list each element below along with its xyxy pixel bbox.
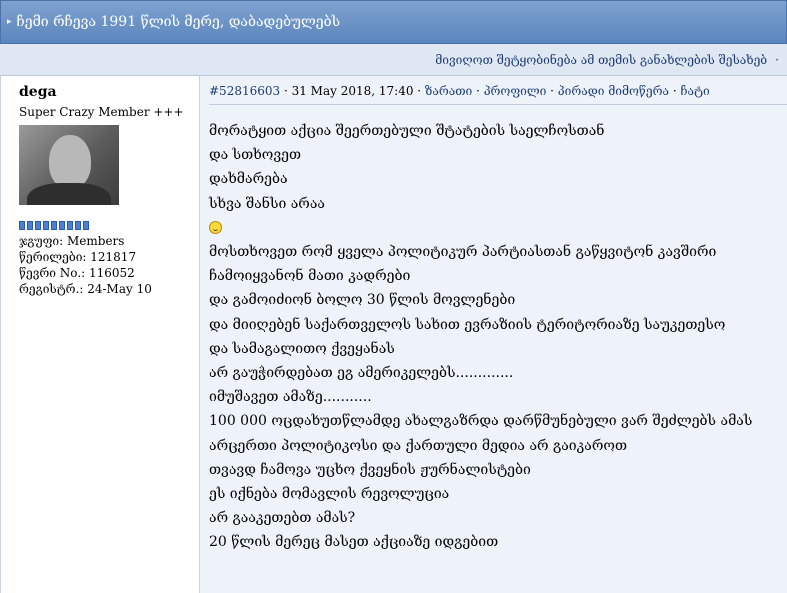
post-line: და მიიღებენ საქართველოს სახით ევრაზიის ტ…: [209, 316, 726, 333]
meta-separator: ·: [280, 84, 292, 98]
post-line: არ გააკეთებთ ამას?: [209, 510, 356, 527]
post-content-panel: #52816603 · 31 May 2018, 17:40 · ზარათი …: [201, 76, 787, 593]
separator-dot: ·: [775, 52, 779, 67]
forum-post: dega Super Crazy Member +++ ჯგუფი: Membe…: [0, 76, 787, 593]
rank-star-icon: [27, 221, 33, 230]
author-post-count: წერილები: 121817: [19, 250, 137, 264]
topic-title-bar: ▸ ჩემი რჩევა 1991 წლის მერე, დაბადებულებ…: [0, 0, 787, 44]
avatar-shoulders: [27, 183, 111, 205]
author-panel: dega Super Crazy Member +++ ჯგუფი: Membe…: [0, 76, 200, 593]
post-line: ჩამოიყვანონ მათი კადრები: [209, 268, 411, 285]
post-line: თვავდ ჩამოვა უცხო ქვეყნის ჟურნალისტები: [209, 461, 531, 478]
meta-separator: ·: [546, 84, 558, 98]
rank-star-icon: [67, 221, 73, 230]
rank-star-icon: [75, 221, 81, 230]
author-group: ჯგუფი: Members: [19, 234, 125, 248]
smiley-line: [209, 216, 787, 240]
post-line: 20 წლის მერეც მასეთ აქციაზე იდგებით: [209, 534, 499, 551]
profile-link[interactable]: პროფილი: [484, 84, 547, 98]
post-permalink[interactable]: #52816603: [209, 84, 280, 98]
post-line: 100 000 ოცდახუთწლამდე ახალგაზრდა დარწმუნ…: [209, 413, 753, 430]
author-registered: რეგისტრ.: 24-May 10: [19, 282, 152, 296]
avatar: [19, 125, 119, 205]
rank-star-icon: [19, 221, 25, 230]
avatar-face: [49, 135, 91, 189]
post-datetime: 31 May 2018, 17:40: [291, 84, 414, 98]
private-message-link[interactable]: პირადი მიმოწერა: [558, 84, 669, 98]
post-line: მოსთხოვეთ რომ ყველა პოლიტიკურ პარტიასთან…: [209, 244, 717, 261]
topic-title: ჩემი რჩევა 1991 წლის მერე, დაბადებულებს: [16, 14, 341, 30]
karma-link[interactable]: ზარათი: [425, 84, 472, 98]
author-rank: Super Crazy Member +++: [19, 105, 184, 119]
rank-star-icon: [43, 221, 49, 230]
post-line: არცერთი პოლიტიკოსი და ქართული მედია არ გ…: [209, 437, 627, 454]
smiley-face-icon: [209, 221, 222, 235]
notify-updates-link[interactable]: მივიღოთ შეტყობინება ამ თემის განახლების …: [435, 53, 767, 67]
post-line: სხვა შანსი არაა: [209, 195, 325, 212]
post-line: მორატყით აქცია შეერთებული შტატების საელჩ…: [209, 123, 605, 139]
rank-stars: [19, 221, 199, 230]
triangle-right-icon: ▸: [7, 17, 12, 27]
rank-star-icon: [59, 221, 65, 230]
post-meta-bar: #52816603 · 31 May 2018, 17:40 · ზარათი …: [209, 84, 787, 105]
post-line: და სამაგალითო ქვეყანას: [209, 340, 395, 357]
author-details: ჯგუფი: Members წერილები: 121817 წევრი No…: [19, 233, 199, 297]
post-line: და გამოიძიონ ბოლო 30 წლის მოვლენები: [209, 292, 516, 309]
post-line: იმუშავეთ ამაზე...........: [209, 389, 372, 406]
post-line: და სთხოვეთ: [209, 147, 302, 164]
author-name[interactable]: dega: [19, 84, 199, 100]
meta-separator: ·: [472, 84, 484, 98]
rank-star-icon: [51, 221, 57, 230]
post-body: მორატყით აქცია შეერთებული შტატების საელჩ…: [209, 119, 787, 555]
post-line: ეს იქნება მომავლის რევოლუცია: [209, 486, 450, 503]
post-line: არ გაუჭირდებათ ეგ ამერიკელებს...........…: [209, 365, 514, 382]
topic-options-bar: მივიღოთ შეტყობინება ამ თემის განახლების …: [0, 44, 787, 76]
post-line: დახმარება: [209, 171, 288, 188]
rank-star-icon: [35, 221, 41, 230]
rank-star-icon: [83, 221, 89, 230]
chat-link[interactable]: ჩატი: [680, 84, 709, 98]
meta-separator: ·: [413, 84, 425, 98]
author-member-number: წევრი No.: 116052: [19, 266, 135, 280]
meta-separator: ·: [669, 84, 681, 98]
